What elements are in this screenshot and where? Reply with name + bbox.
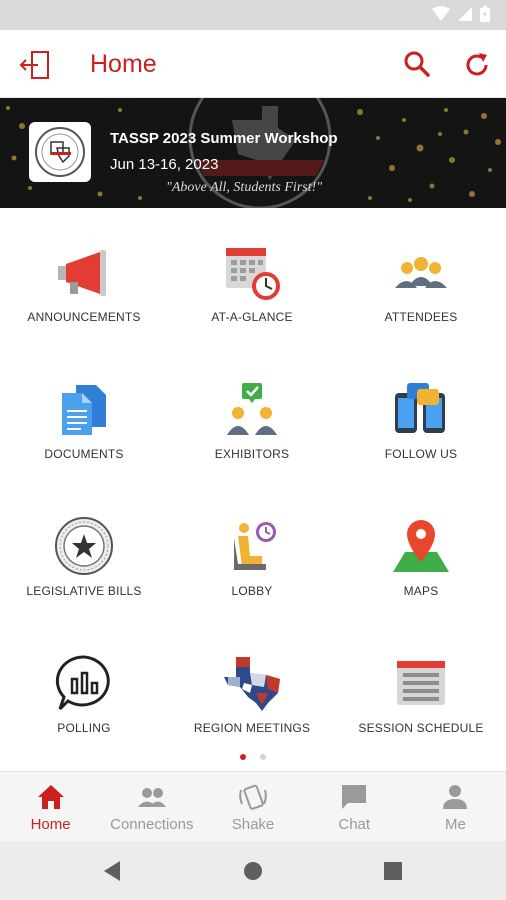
event-dates: Jun 13-16, 2023 [110,156,219,173]
tile-label: REGION MEETINGS [193,721,311,735]
nav-label: Shake [231,816,275,833]
page-dot-active[interactable] [240,754,246,760]
nav-home[interactable]: Home [0,772,101,841]
tile-label: MAPS [403,584,439,598]
page-title: Home [90,50,157,78]
event-logo [29,122,91,182]
nav-label: Home [30,816,71,833]
status-icons [432,6,490,22]
calendar-clock-icon [226,248,280,300]
tile-label: LEGISLATIVE BILLS [26,584,142,598]
home-icon [37,785,64,809]
map-pin-icon [393,520,449,572]
tile-label: FOLLOW US [384,447,458,461]
poll-bubble-icon [55,655,110,711]
nav-connections[interactable]: Connections [101,772,202,841]
megaphone-icon [58,250,106,296]
nav-label: Chat [338,816,371,833]
bottom-navigation: Home Connections Shake Chat Me [0,771,506,841]
tile-session-schedule[interactable]: SESSION SCHEDULE [337,619,505,756]
connections-icon [137,788,166,807]
tile-label: EXHIBITORS [214,447,290,461]
tile-at-a-glance[interactable]: AT-A-GLANCE [168,208,336,345]
wifi-icon [432,6,450,21]
tile-label: LOBBY [231,584,273,598]
state-seal-icon [55,517,113,575]
tile-announcements[interactable]: ANNOUNCEMENTS [0,208,168,345]
nav-me[interactable]: Me [405,772,506,841]
exhibitors-icon [227,383,277,435]
tile-follow-us[interactable]: FOLLOW US [337,345,505,482]
schedule-list-icon [397,661,445,705]
tassp-logo-icon [35,127,85,177]
search-icon[interactable] [402,49,432,79]
system-navigation-bar [0,841,506,900]
tile-documents[interactable]: DOCUMENTS [0,345,168,482]
page-indicator [240,754,266,760]
page-dot[interactable] [260,754,266,760]
nav-label: Me [444,816,466,833]
tile-legislative-bills[interactable]: LEGISLATIVE BILLS [0,482,168,619]
chat-icon [342,785,367,809]
nav-shake[interactable]: Shake [202,772,303,841]
exit-icon[interactable] [18,48,52,82]
tile-exhibitors[interactable]: EXHIBITORS [168,345,336,482]
phones-chat-icon [395,383,445,433]
tile-maps[interactable]: MAPS [337,482,505,619]
event-tagline: "Above All, Students First!" [166,180,323,195]
documents-icon [62,385,106,435]
nav-chat[interactable]: Chat [304,772,405,841]
tile-label: ANNOUNCEMENTS [27,310,141,324]
tile-label: AT-A-GLANCE [211,310,293,324]
tile-label: POLLING [57,721,111,735]
lobby-chair-icon [234,522,276,570]
texas-map-icon [224,657,280,711]
recents-icon[interactable] [381,859,405,883]
tile-polling[interactable]: POLLING [0,619,168,756]
tile-label: ATTENDEES [384,310,458,324]
event-name: TASSP 2023 Summer Workshop [110,130,338,147]
tile-region-meetings[interactable]: REGION MEETINGS [168,619,336,756]
home-circle-icon[interactable] [241,859,265,883]
event-banner[interactable]: TASSP 2023 Summer Workshop Jun 13-16, 20… [0,98,506,208]
shake-icon [239,784,267,810]
tile-attendees[interactable]: ATTENDEES [337,208,505,345]
back-icon[interactable] [100,859,124,883]
people-group-icon [395,257,447,288]
app-bar: Home [0,30,506,98]
tile-label: DOCUMENTS [44,447,124,461]
status-bar [0,0,506,30]
tile-label: SESSION SCHEDULE [358,721,484,735]
tile-lobby[interactable]: LOBBY [168,482,336,619]
person-icon [443,785,468,809]
feature-grid: ANNOUNCEMENTS AT-A-GLANCE ATTENDEES DOCU… [0,208,506,756]
nav-label: Connections [110,816,194,833]
battery-icon [480,6,490,22]
refresh-icon[interactable] [462,50,492,80]
signal-icon [458,7,472,21]
